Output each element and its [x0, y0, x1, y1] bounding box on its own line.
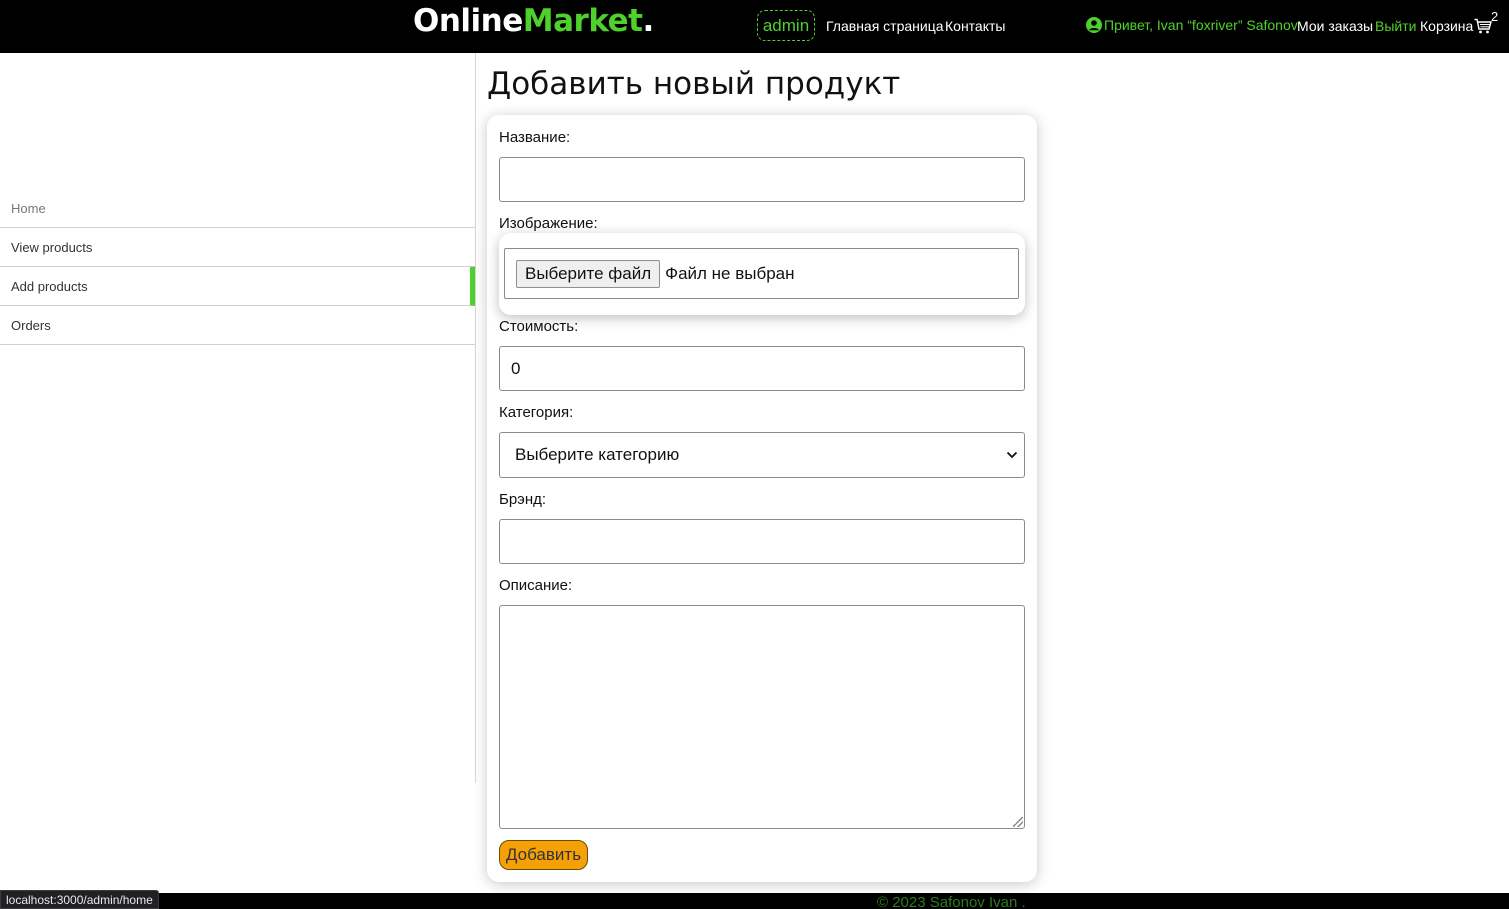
sidebar-item-home[interactable]: Home: [0, 189, 475, 228]
my-orders-link[interactable]: Мои заказы: [1297, 18, 1373, 34]
user-greeting[interactable]: Привет, Ivan “foxriver” Safonov: [1086, 17, 1298, 33]
price-label: Стоимость:: [499, 318, 579, 335]
resize-handle-icon[interactable]: [1013, 817, 1023, 827]
logo-suffix: Market: [522, 3, 643, 39]
brand-input[interactable]: [499, 519, 1025, 564]
shopping-cart-icon: [1474, 18, 1493, 34]
name-label: Название:: [499, 129, 571, 146]
admin-link[interactable]: admin: [757, 10, 815, 41]
greeting-text: Привет, Ivan “foxriver” Safonov: [1104, 17, 1298, 33]
sidebar-item-orders[interactable]: Orders: [0, 306, 475, 345]
image-label: Изображение:: [499, 215, 598, 232]
category-select[interactable]: Выберите категорию: [499, 432, 1025, 478]
logo-prefix: Online: [413, 3, 523, 39]
nav-contacts-link[interactable]: Контакты: [945, 18, 1005, 34]
chevron-down-icon: [1006, 451, 1018, 459]
copyright-text: © 2023 Safonov Ivan .: [877, 894, 1026, 909]
top-navbar: OnlineMarket. admin Главная страница Кон…: [0, 0, 1509, 53]
choose-file-button[interactable]: Выберите файл: [516, 259, 661, 288]
name-input[interactable]: [499, 157, 1025, 202]
user-circle-icon: [1086, 17, 1102, 33]
logout-link[interactable]: Выйти: [1375, 18, 1416, 34]
cart-link[interactable]: Корзина: [1420, 18, 1493, 34]
description-label: Описание:: [499, 577, 573, 594]
add-product-form: Название: Изображение: Выберите файл Фай…: [487, 115, 1037, 882]
brand-label: Брэнд:: [499, 491, 547, 508]
add-product-button[interactable]: Добавить: [499, 840, 588, 870]
price-input[interactable]: 0: [499, 346, 1025, 391]
admin-sidebar: Home View products Add products Orders: [0, 53, 476, 783]
sidebar-item-view-products[interactable]: View products: [0, 228, 475, 267]
logo-dot: .: [642, 3, 654, 39]
category-selected-value: Выберите категорию: [515, 445, 680, 464]
footer: © 2023 Safonov Ivan .: [0, 893, 1509, 909]
file-status-text: Файл не выбран: [665, 263, 795, 283]
description-textarea[interactable]: [499, 605, 1025, 829]
site-logo[interactable]: OnlineMarket.: [413, 3, 654, 39]
page-title: Добавить новый продукт: [487, 66, 901, 102]
cart-label: Корзина: [1420, 18, 1474, 34]
status-bar-url: localhost:3000/admin/home: [0, 890, 159, 909]
cart-count-badge: 2: [1491, 9, 1499, 24]
category-label: Категория:: [499, 404, 574, 421]
nav-home-link[interactable]: Главная страница: [826, 18, 944, 34]
sidebar-item-add-products[interactable]: Add products: [0, 267, 475, 306]
image-upload-panel: Выберите файл Файл не выбран: [499, 233, 1025, 315]
image-file-input[interactable]: Выберите файл Файл не выбран: [504, 248, 1019, 299]
